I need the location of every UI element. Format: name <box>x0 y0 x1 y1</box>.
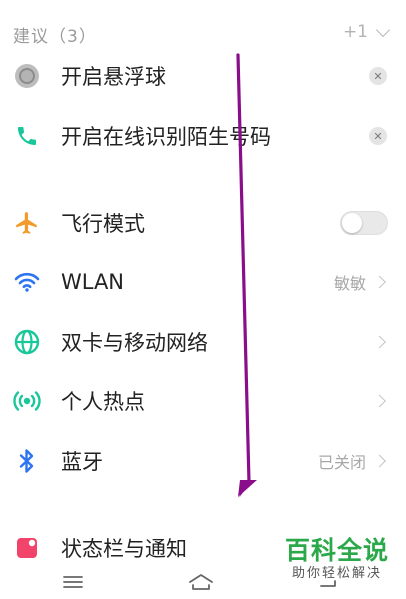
home-icon <box>189 574 213 590</box>
bluetooth-icon <box>13 447 41 475</box>
setting-label: 蓝牙 <box>61 450 103 474</box>
airplane-mode-toggle[interactable] <box>340 211 388 235</box>
globe-icon <box>13 328 41 356</box>
airplane-icon <box>13 209 41 237</box>
bluetooth-status: 已关闭 <box>317 453 366 472</box>
setting-airplane-mode[interactable]: 飞行模式 <box>0 194 406 252</box>
notification-icon <box>13 534 41 562</box>
setting-label: 双卡与移动网络 <box>61 331 208 355</box>
phone-icon <box>13 122 41 150</box>
suggestions-header: 建议（3） +1 <box>0 16 406 48</box>
toggle-knob <box>342 213 362 233</box>
setting-label: 状态栏与通知 <box>61 537 187 561</box>
watermark-title: 百科全说 <box>284 536 389 565</box>
setting-bluetooth[interactable]: 蓝牙 已关闭 <box>0 432 406 490</box>
menu-button[interactable] <box>53 569 93 595</box>
chevron-down-icon <box>375 22 391 37</box>
menu-icon <box>63 576 83 588</box>
wlan-network-name: 敏敏 <box>333 274 366 293</box>
setting-dual-sim[interactable]: 双卡与移动网络 <box>0 313 406 371</box>
home-button[interactable] <box>181 569 221 595</box>
dismiss-suggestion-button[interactable]: ✕ <box>369 67 387 85</box>
setting-wlan[interactable]: WLAN 敏敏 <box>0 253 406 311</box>
watermark-subtitle: 助你轻松解决 <box>291 566 382 581</box>
suggestion-caller-id[interactable]: 开启在线识别陌生号码 ✕ <box>0 107 406 165</box>
setting-label: 个人热点 <box>61 390 145 414</box>
setting-label: 飞行模式 <box>61 212 145 236</box>
suggestions-title: 建议（3） <box>13 27 97 47</box>
suggestions-expand-button[interactable]: +1 <box>342 22 391 42</box>
wifi-icon <box>13 268 41 296</box>
chevron-right-icon <box>373 394 386 408</box>
suggestions-more-count: +1 <box>342 22 368 42</box>
suggestion-label: 开启悬浮球 <box>61 65 166 89</box>
setting-hotspot[interactable]: 个人热点 <box>0 372 406 430</box>
chevron-right-icon <box>373 454 386 468</box>
chevron-right-icon <box>373 275 386 289</box>
chevron-right-icon <box>373 335 386 349</box>
dismiss-suggestion-button[interactable]: ✕ <box>369 127 387 145</box>
watermark-logo: 百科全说 助你轻松解决 <box>282 536 392 582</box>
suggestion-floating-ball[interactable]: 开启悬浮球 ✕ <box>0 47 406 105</box>
suggestion-label: 开启在线识别陌生号码 <box>61 125 271 149</box>
setting-label: WLAN <box>61 270 125 294</box>
floating-ball-icon <box>13 62 41 90</box>
hotspot-icon <box>13 387 41 415</box>
